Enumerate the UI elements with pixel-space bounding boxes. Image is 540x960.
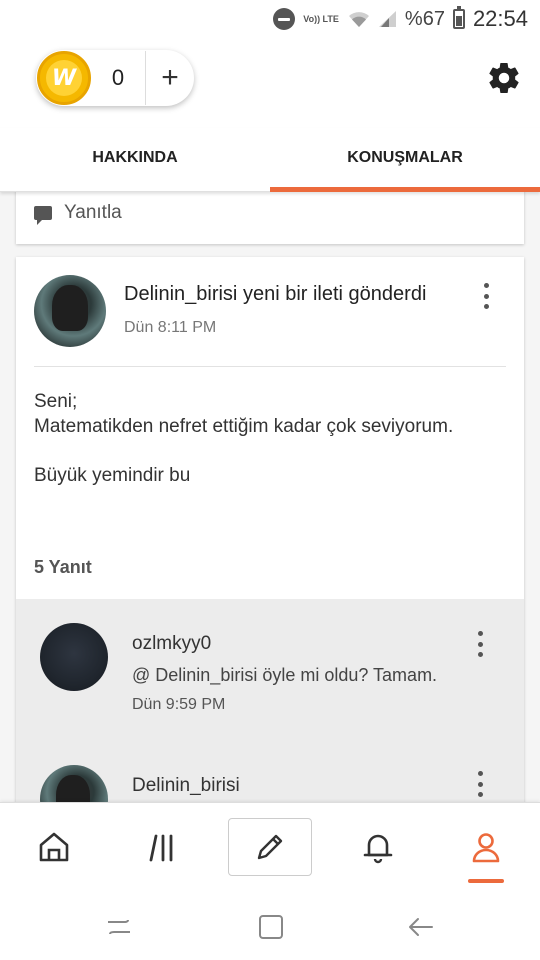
battery-icon (452, 6, 465, 29)
nav-write[interactable] (228, 818, 312, 876)
recents-icon[interactable] (104, 912, 134, 942)
reply-username[interactable]: Delinin_birisi (132, 775, 240, 797)
nav-profile[interactable] (456, 817, 516, 877)
tab-conversations[interactable]: KONUŞMALAR (270, 128, 540, 192)
post-body-line: Seni; (34, 391, 78, 412)
battery-percent: %67 (404, 7, 445, 30)
coin-icon: W (37, 51, 91, 105)
message-card: Delinin_birisi yeni bir ileti gönderdi D… (16, 257, 524, 802)
home-square-icon[interactable] (256, 912, 286, 942)
tab-bar: HAKKINDA KONUŞMALAR (0, 128, 540, 192)
post-body-line: Matematikden nefret ettiğim kadar çok se… (34, 416, 454, 437)
system-navigation (0, 892, 540, 960)
avatar[interactable] (34, 275, 106, 347)
more-options-icon[interactable] (477, 771, 483, 797)
replies-section: ozlmkyy0 @ Delinin_birisi öyle mi oldu? … (16, 599, 524, 802)
reply-button[interactable]: Yanıtla (34, 202, 122, 225)
do-not-disturb-icon (273, 8, 296, 30)
nav-notifications[interactable] (348, 817, 408, 877)
post-action-text: yeni bir ileti gönderdi (237, 283, 427, 305)
more-options-icon[interactable] (477, 631, 483, 657)
bell-icon (363, 834, 393, 864)
bottom-navigation (0, 802, 540, 892)
previous-message-card: Yanıtla (16, 192, 524, 244)
coin-count: 0 (111, 65, 125, 90)
home-icon (39, 832, 69, 862)
more-options-icon[interactable] (483, 283, 489, 309)
coin-wallet[interactable]: W 0 + (36, 50, 194, 106)
tab-about[interactable]: HAKKINDA (0, 128, 270, 191)
add-coins-button[interactable]: + (146, 63, 194, 93)
reply-timestamp: Dün 9:59 PM (132, 696, 226, 713)
speech-bubble-icon (34, 206, 52, 225)
library-icon (149, 834, 173, 862)
post-username[interactable]: Delinin_birisi (124, 283, 237, 305)
post-timestamp: Dün 8:11 PM (124, 319, 217, 336)
post-body-line: Büyük yemindir bu (34, 465, 191, 486)
post-header: Delinin_birisi yeni bir ileti gönderdi (124, 283, 426, 306)
status-bar: Vo)) LTE %67 22:54 (0, 0, 540, 38)
reply-text: @ Delinin_birisi öyle mi oldu? Tamam. (132, 665, 438, 685)
reply-username[interactable]: ozlmkyy0 (132, 633, 211, 655)
reply-label: Yanıtla (64, 202, 122, 223)
divider (34, 366, 506, 367)
avatar[interactable] (40, 765, 108, 802)
profile-icon (472, 833, 500, 863)
signal-icon (378, 11, 396, 27)
wifi-icon (348, 12, 369, 27)
active-nav-indicator (468, 879, 504, 883)
gear-icon[interactable] (486, 60, 522, 96)
back-icon[interactable] (406, 912, 436, 942)
reply-count[interactable]: 5 Yanıt (34, 557, 92, 578)
clock: 22:54 (472, 6, 528, 31)
nav-home[interactable] (24, 817, 84, 877)
avatar[interactable] (40, 623, 108, 691)
pencil-icon (257, 834, 283, 860)
post-body: Seni; Matematikden nefret ettiğim kadar … (34, 389, 494, 488)
nav-library[interactable] (133, 817, 193, 877)
conversation-feed[interactable]: Yanıtla Delinin_birisi yeni bir ileti gö… (0, 192, 540, 802)
volte-indicator: Vo)) LTE (303, 13, 339, 24)
